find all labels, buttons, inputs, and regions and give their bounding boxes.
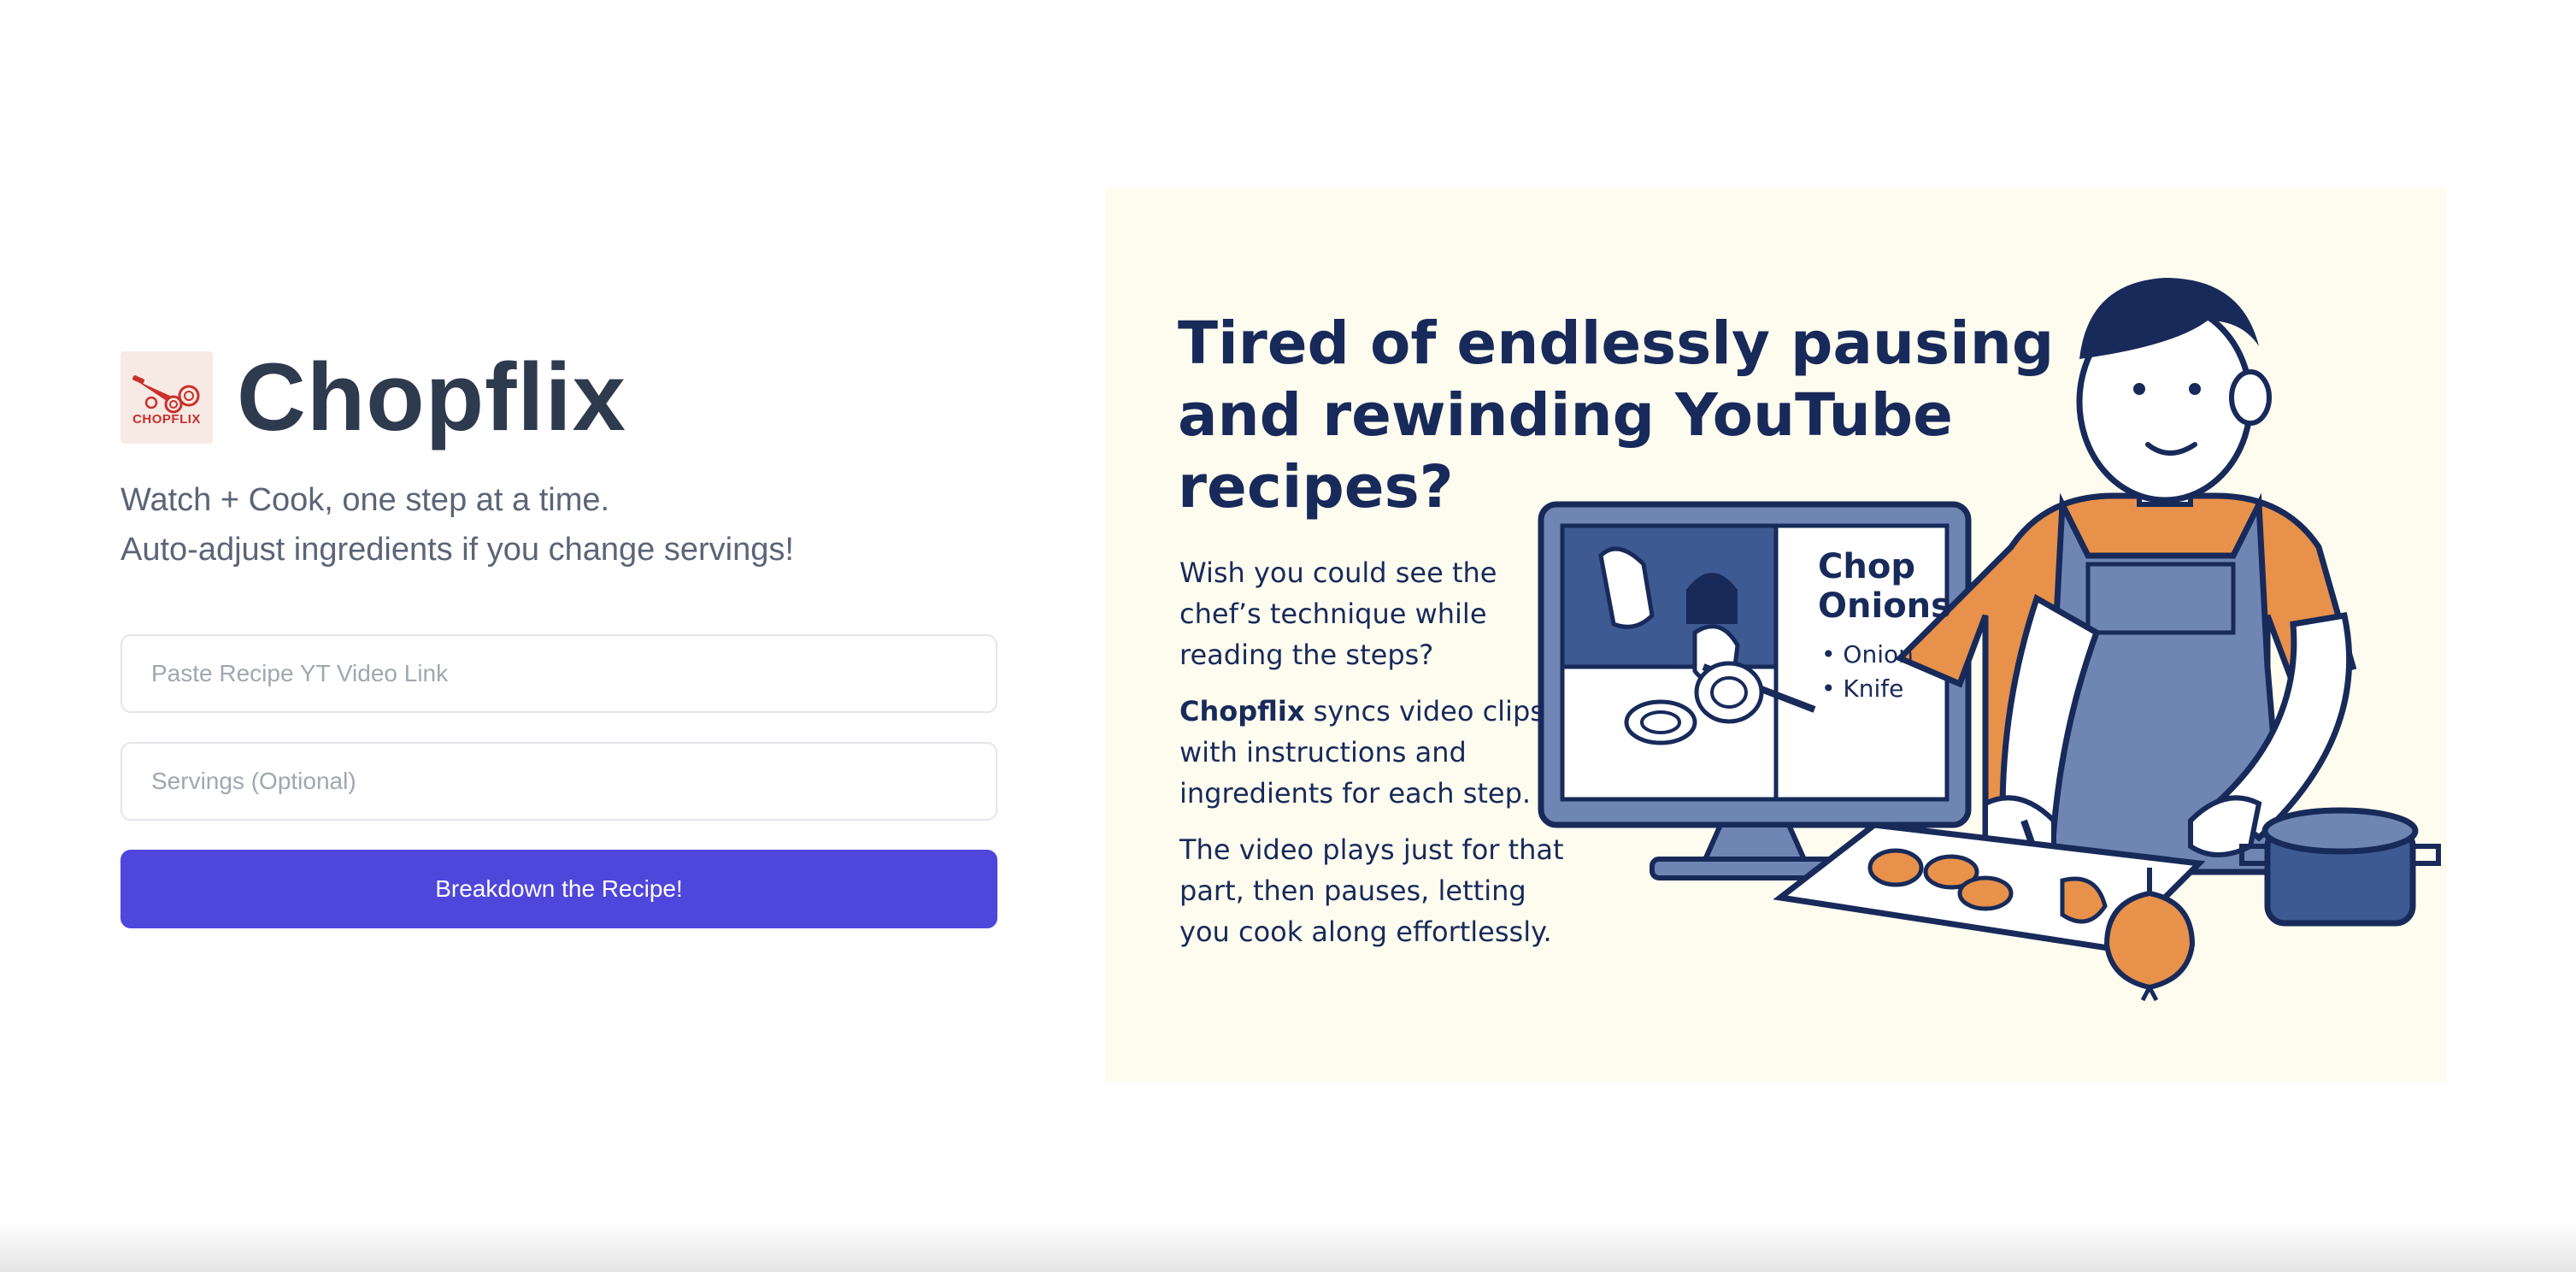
heading-line-2: and rewinding YouTube: [1178, 381, 1953, 450]
screen-title-line-1: Chop: [1818, 547, 1915, 586]
para-1-line-3: reading the steps?: [1179, 639, 1434, 671]
illustration-paragraph-2: Chopflix syncs video clips with instruct…: [1179, 691, 1556, 814]
illustration-panel: Tired of endlessly pausing and rewinding…: [1105, 188, 2447, 1082]
heading-line-3: recipes?: [1178, 453, 1454, 521]
video-link-input[interactable]: [121, 634, 997, 713]
hero-left-column: CHOPFLIX Chopflix Watch + Cook, one step…: [121, 350, 997, 928]
brand-header: CHOPFLIX Chopflix: [121, 350, 997, 445]
heading-line-1: Tired of endlessly pausing: [1178, 309, 2055, 378]
breakdown-recipe-button[interactable]: Breakdown the Recipe!: [121, 850, 997, 928]
tagline: Watch + Cook, one step at a time. Auto-a…: [121, 475, 997, 574]
landing-page: CHOPFLIX Chopflix Watch + Cook, one step…: [0, 0, 2576, 1272]
knife-onion-icon: [132, 375, 200, 414]
app-title: Chopflix: [237, 344, 626, 450]
illustration-paragraph-3: The video plays just for that part, then…: [1179, 829, 1564, 952]
para-2-line-1: Chopflix syncs video clips: [1179, 691, 1556, 732]
para-1-line-1: Wish you could see the: [1179, 556, 1497, 589]
chopflix-logo: CHOPFLIX: [121, 351, 213, 444]
screen-ingredient-knife: • Knife: [1821, 674, 1904, 703]
para-2-brand: Chopflix: [1179, 695, 1305, 727]
para-3-line-3: you cook along effortlessly.: [1179, 916, 1552, 948]
para-1-line-2: chef’s technique while: [1179, 598, 1487, 630]
servings-input[interactable]: [121, 742, 997, 821]
para-3-line-2: part, then pauses, letting: [1179, 874, 1526, 907]
para-2-line-1-rest: syncs video clips: [1304, 695, 1544, 727]
para-2-line-2: with instructions and: [1179, 736, 1467, 768]
para-3-line-1: The video plays just for that: [1179, 833, 1564, 866]
screen-step-title: Chop Onions: [1818, 547, 1951, 626]
para-2-line-3: ingredients for each step.: [1179, 777, 1532, 810]
screen-ingredient-onion: • Onion: [1821, 640, 1914, 668]
tagline-line-2: Auto-adjust ingredients if you change se…: [121, 532, 794, 568]
pot-icon: [2239, 807, 2441, 927]
screen-title-line-2: Onions: [1818, 586, 1951, 626]
tagline-line-1: Watch + Cook, one step at a time.: [121, 482, 610, 518]
illustration-paragraph-1: Wish you could see the chef’s technique …: [1179, 552, 1556, 675]
logo-wordmark: CHOPFLIX: [132, 412, 201, 427]
illustration-heading: Tired of endlessly pausing and rewinding…: [1178, 308, 2055, 523]
window-bottom-shadow: [0, 1221, 2576, 1272]
